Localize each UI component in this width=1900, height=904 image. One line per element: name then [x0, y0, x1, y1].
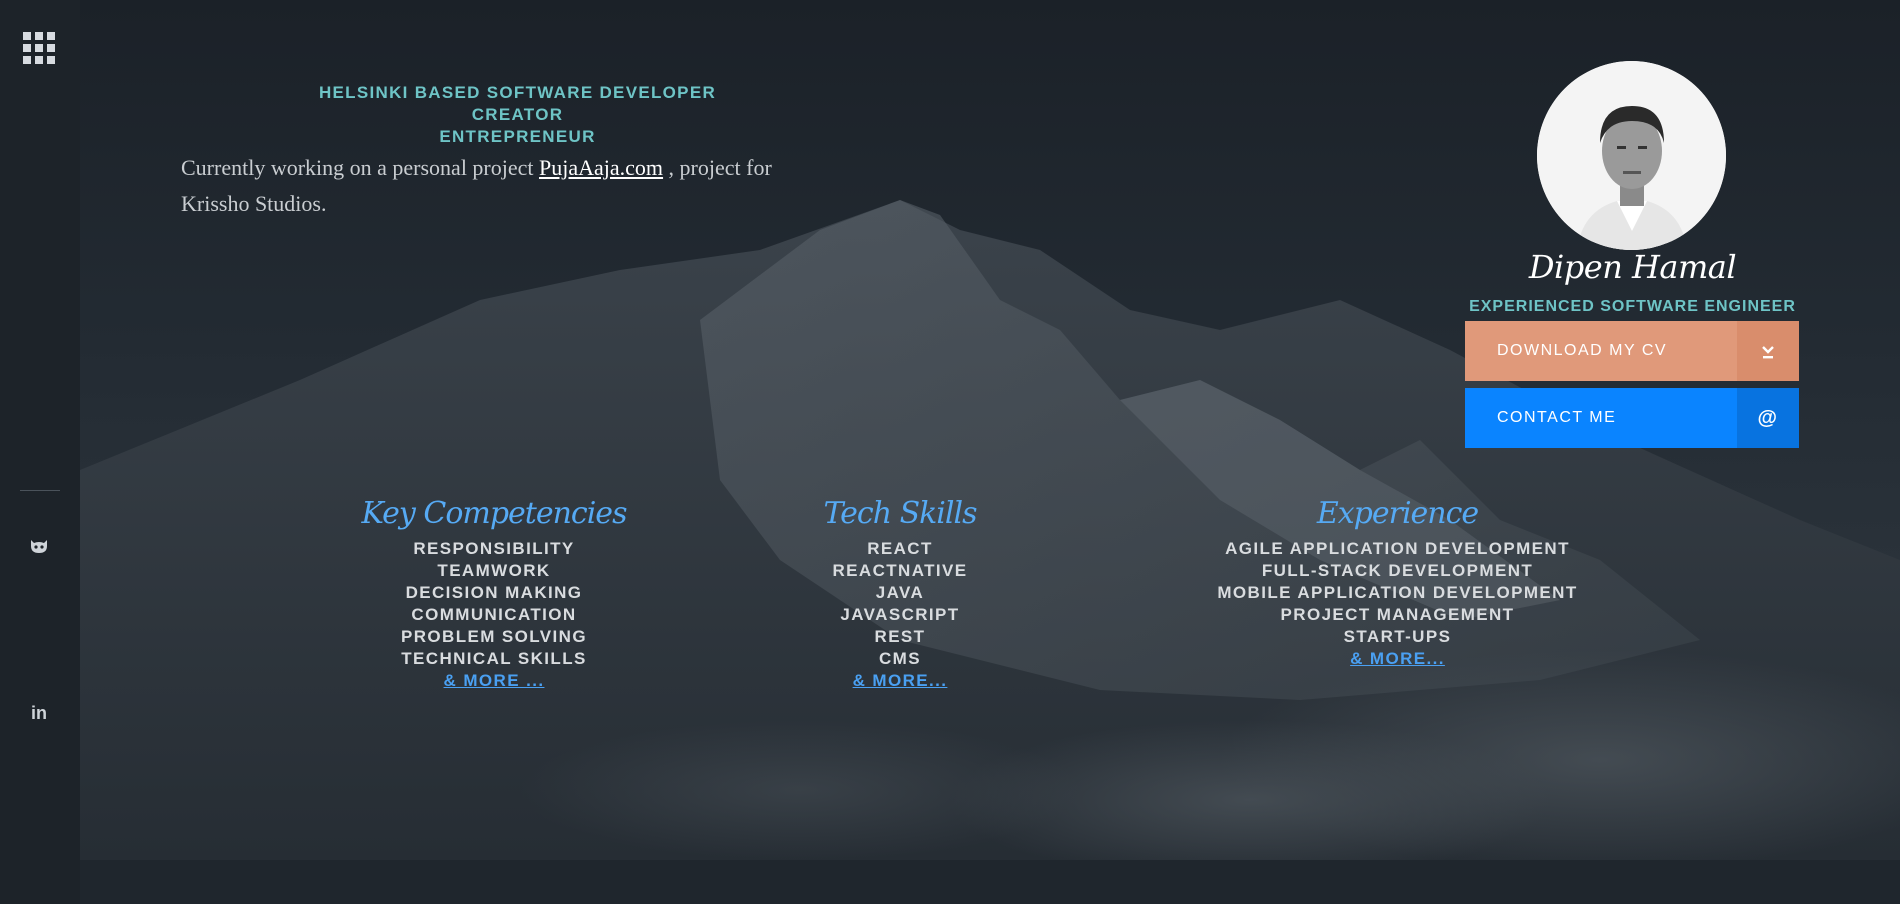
list-item: REST [874, 627, 926, 646]
list-item: JAVASCRIPT [840, 605, 960, 624]
download-icon [1737, 321, 1799, 381]
list-item: START-UPS [1343, 627, 1452, 646]
contact-me-button[interactable]: CONTACT ME @ [1465, 388, 1799, 448]
download-cv-button[interactable]: DOWNLOAD MY CV [1465, 321, 1799, 381]
github-icon[interactable] [28, 535, 50, 557]
section-title: Experience [1316, 496, 1479, 531]
sidebar-divider [20, 490, 60, 491]
tagline-line: HELSINKI BASED SOFTWARE DEVELOPER [318, 83, 717, 102]
list-item: PROBLEM SOLVING [401, 627, 587, 646]
linkedin-icon[interactable]: in [28, 702, 50, 724]
intro-text-before: Currently working on a personal project [181, 155, 540, 180]
list-item: COMMUNICATION [411, 605, 577, 624]
list-item: REACTNATIVE [832, 561, 968, 580]
tagline-line: ENTREPRENEUR [439, 127, 596, 146]
key-competencies-section: Key Competencies RESPONSIBILITY TEAMWORK… [354, 494, 634, 692]
experience-section: Experience AGILE APPLICATION DEVELOPMENT… [1170, 494, 1625, 670]
experience-list: AGILE APPLICATION DEVELOPMENT FULL-STACK… [1170, 538, 1625, 648]
profile-name: Dipen Hamal [1528, 248, 1737, 286]
list-item: REACT [867, 539, 933, 558]
experience-more-link[interactable]: & MORE... [1170, 648, 1625, 670]
tagline: HELSINKI BASED SOFTWARE DEVELOPER CREATO… [290, 82, 745, 148]
list-item: TEAMWORK [437, 561, 551, 580]
tech-skills-more-link[interactable]: & MORE... [780, 670, 1020, 692]
download-cv-label: DOWNLOAD MY CV [1497, 342, 1668, 359]
tagline-line: CREATOR [471, 105, 564, 124]
list-item: MOBILE APPLICATION DEVELOPMENT [1217, 583, 1578, 602]
section-title: Key Competencies [361, 496, 628, 531]
list-item: JAVA [875, 583, 925, 602]
list-item: CMS [879, 649, 921, 668]
avatar [1537, 61, 1726, 250]
footer-band [80, 860, 1900, 904]
at-sign-icon: @ [1737, 388, 1799, 448]
project-link[interactable]: PujaAaja.com [539, 155, 663, 180]
competencies-list: RESPONSIBILITY TEAMWORK DECISION MAKING … [354, 538, 634, 670]
list-item: TECHNICAL SKILLS [401, 649, 587, 668]
competencies-more-link[interactable]: & MORE ... [354, 670, 634, 692]
grid-menu-icon[interactable] [23, 32, 55, 64]
section-title: Tech Skills [823, 496, 977, 531]
list-item: FULL-STACK DEVELOPMENT [1261, 561, 1534, 580]
list-item: DECISION MAKING [405, 583, 583, 602]
tech-skills-list: REACT REACTNATIVE JAVA JAVASCRIPT REST C… [780, 538, 1020, 670]
intro-text: Currently working on a personal project … [181, 150, 841, 222]
sidebar: in [0, 0, 80, 904]
list-item: RESPONSIBILITY [413, 539, 575, 558]
profile-role: EXPERIENCED SOFTWARE ENGINEER [1469, 298, 1796, 315]
list-item: PROJECT MANAGEMENT [1280, 605, 1515, 624]
contact-me-label: CONTACT ME [1497, 409, 1617, 426]
tech-skills-section: Tech Skills REACT REACTNATIVE JAVA JAVAS… [780, 494, 1020, 692]
list-item: AGILE APPLICATION DEVELOPMENT [1225, 539, 1570, 558]
